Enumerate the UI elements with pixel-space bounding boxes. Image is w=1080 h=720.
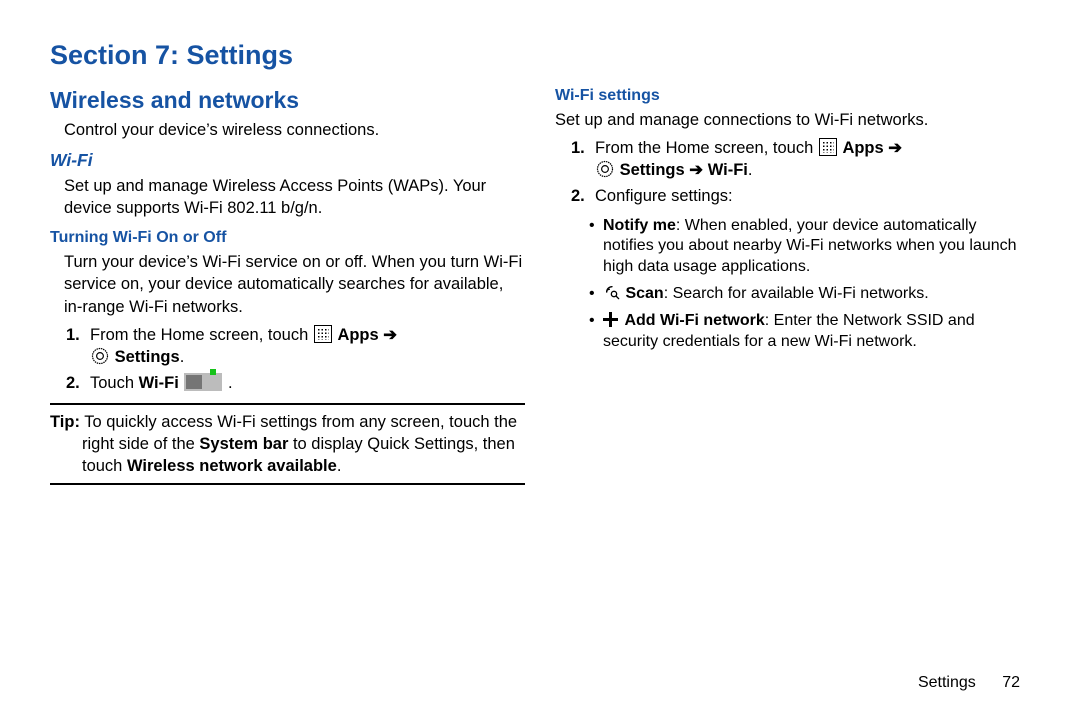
step-text: Configure settings: [595,187,733,205]
bullet-mark: • [589,216,595,237]
step-text: Touch [90,374,139,392]
bullet-notify-me: • Notify me: When enabled, your device a… [603,216,1030,278]
tip-block: Tip: To quickly access Wi-Fi settings fr… [50,411,525,478]
footer-label: Settings [918,674,976,691]
step-2-right: 2. Configure settings: [595,185,1030,207]
step-1-left: 1. From the Home screen, touch Apps ➔ Se… [90,324,525,369]
step-text: From the Home screen, touch [90,326,313,344]
turning-wifi-description: Turn your device’s Wi-Fi service on or o… [50,251,525,318]
bullet-mark: • [589,311,595,332]
steps-list-left: 1. From the Home screen, touch Apps ➔ Se… [50,324,525,395]
step-2-left: 2. Touch Wi-Fi . [90,372,525,394]
step-number: 1. [66,324,80,346]
wifi-heading: Wi-Fi [50,149,525,173]
plus-icon [603,312,618,327]
wireless-networks-heading: Wireless and networks [50,85,525,116]
arrow-icon: ➔ [383,326,397,344]
page-footer: Settings 72 [918,674,1020,692]
turning-wifi-heading: Turning Wi-Fi On or Off [50,227,525,249]
wifi-description: Set up and manage Wireless Access Points… [50,175,525,220]
settings-icon [596,160,614,178]
wireless-available-label: Wireless network available [127,457,337,475]
apps-label: Apps [337,326,378,344]
wifi-settings-heading: Wi-Fi settings [555,85,1030,107]
step-number: 1. [571,137,585,159]
bullet-scan: • Scan: Search for available Wi-Fi netwo… [603,284,1030,305]
apps-icon [819,138,837,156]
wifi-settings-intro: Set up and manage connections to Wi-Fi n… [555,109,1030,131]
arrow-icon: ➔ [689,161,703,179]
wifi-label: Wi-Fi [139,374,179,392]
wifi-label: Wi-Fi [708,161,748,179]
apps-icon [314,325,332,343]
bullet-mark: • [589,284,595,305]
tip-label: Tip: [50,413,80,431]
step-1-right: 1. From the Home screen, touch Apps ➔ Se… [595,137,1030,182]
settings-label: Settings [115,348,180,366]
step-number: 2. [66,372,80,394]
system-bar-label: System bar [199,435,288,453]
toggle-icon [184,373,222,391]
page-number: 72 [1002,674,1020,691]
add-wifi-label: Add Wi-Fi network [624,312,764,329]
settings-label: Settings [620,161,685,179]
right-column: Wi-Fi settings Set up and manage connect… [555,85,1030,491]
scan-text: : Search for available Wi-Fi networks. [664,285,929,302]
two-column-layout: Wireless and networks Control your devic… [50,85,1030,491]
divider [50,403,525,405]
scan-label: Scan [625,285,663,302]
bullet-add-network: • Add Wi-Fi network: Enter the Network S… [603,311,1030,353]
step-text: From the Home screen, touch [595,139,818,157]
section-title: Section 7: Settings [50,40,1030,71]
settings-icon [91,347,109,365]
arrow-icon: ➔ [888,139,902,157]
left-column: Wireless and networks Control your devic… [50,85,525,491]
step-number: 2. [571,185,585,207]
divider [50,483,525,485]
apps-label: Apps [842,139,883,157]
wireless-intro: Control your device’s wireless connectio… [50,119,525,141]
scan-icon [604,284,620,300]
steps-list-right: 1. From the Home screen, touch Apps ➔ Se… [555,137,1030,208]
notify-me-label: Notify me [603,217,676,234]
config-bullets: • Notify me: When enabled, your device a… [555,216,1030,353]
